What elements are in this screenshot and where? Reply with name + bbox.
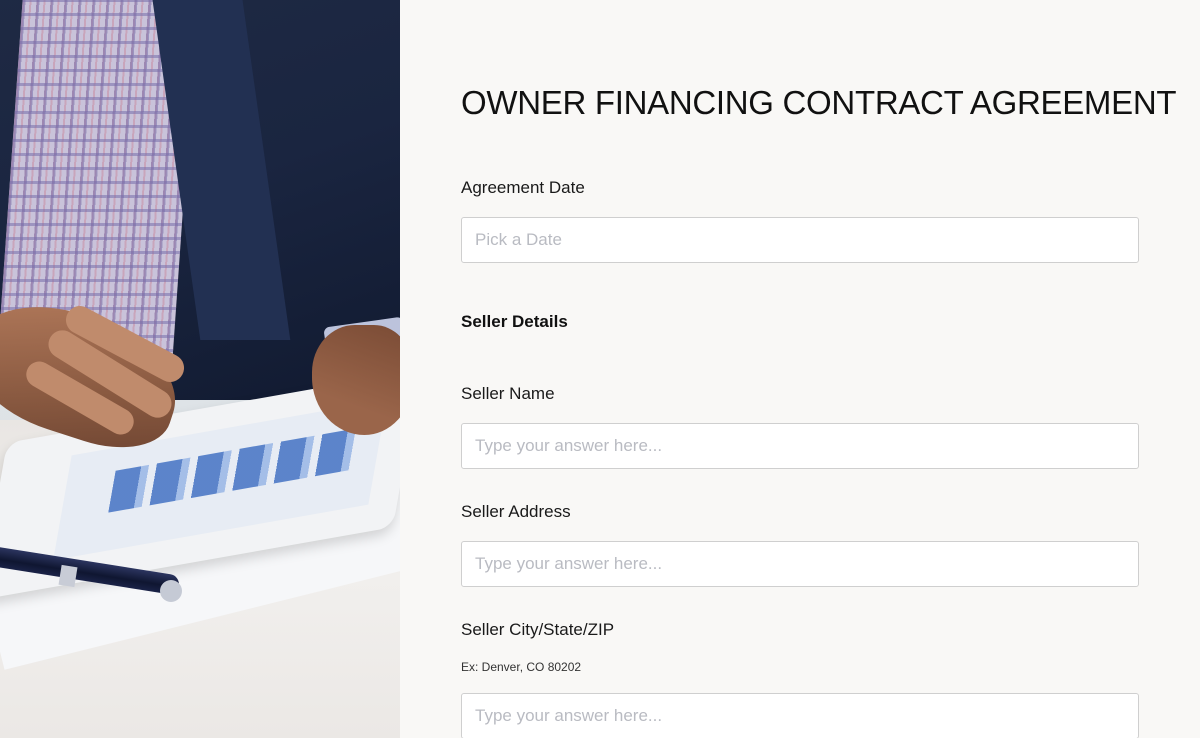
photo-pen-tip (160, 580, 182, 602)
form-title: OWNER FINANCING CONTRACT AGREEMENT (461, 84, 1177, 121)
seller-city-hint: Ex: Denver, CO 80202 (461, 660, 582, 674)
photo-pen-band (58, 564, 78, 588)
seller-city-field[interactable] (461, 693, 1139, 738)
agreement-date-label: Agreement Date (461, 178, 585, 197)
seller-address-label: Seller Address (461, 502, 571, 521)
agreement-date-picker[interactable] (461, 217, 1139, 263)
seller-city-label: Seller City/State/ZIP (461, 620, 615, 639)
seller-name-field[interactable] (461, 423, 1139, 469)
seller-details-heading: Seller Details (461, 312, 568, 331)
seller-address-field[interactable] (461, 541, 1139, 587)
hero-photo (0, 0, 400, 738)
seller-name-label: Seller Name (461, 384, 555, 403)
